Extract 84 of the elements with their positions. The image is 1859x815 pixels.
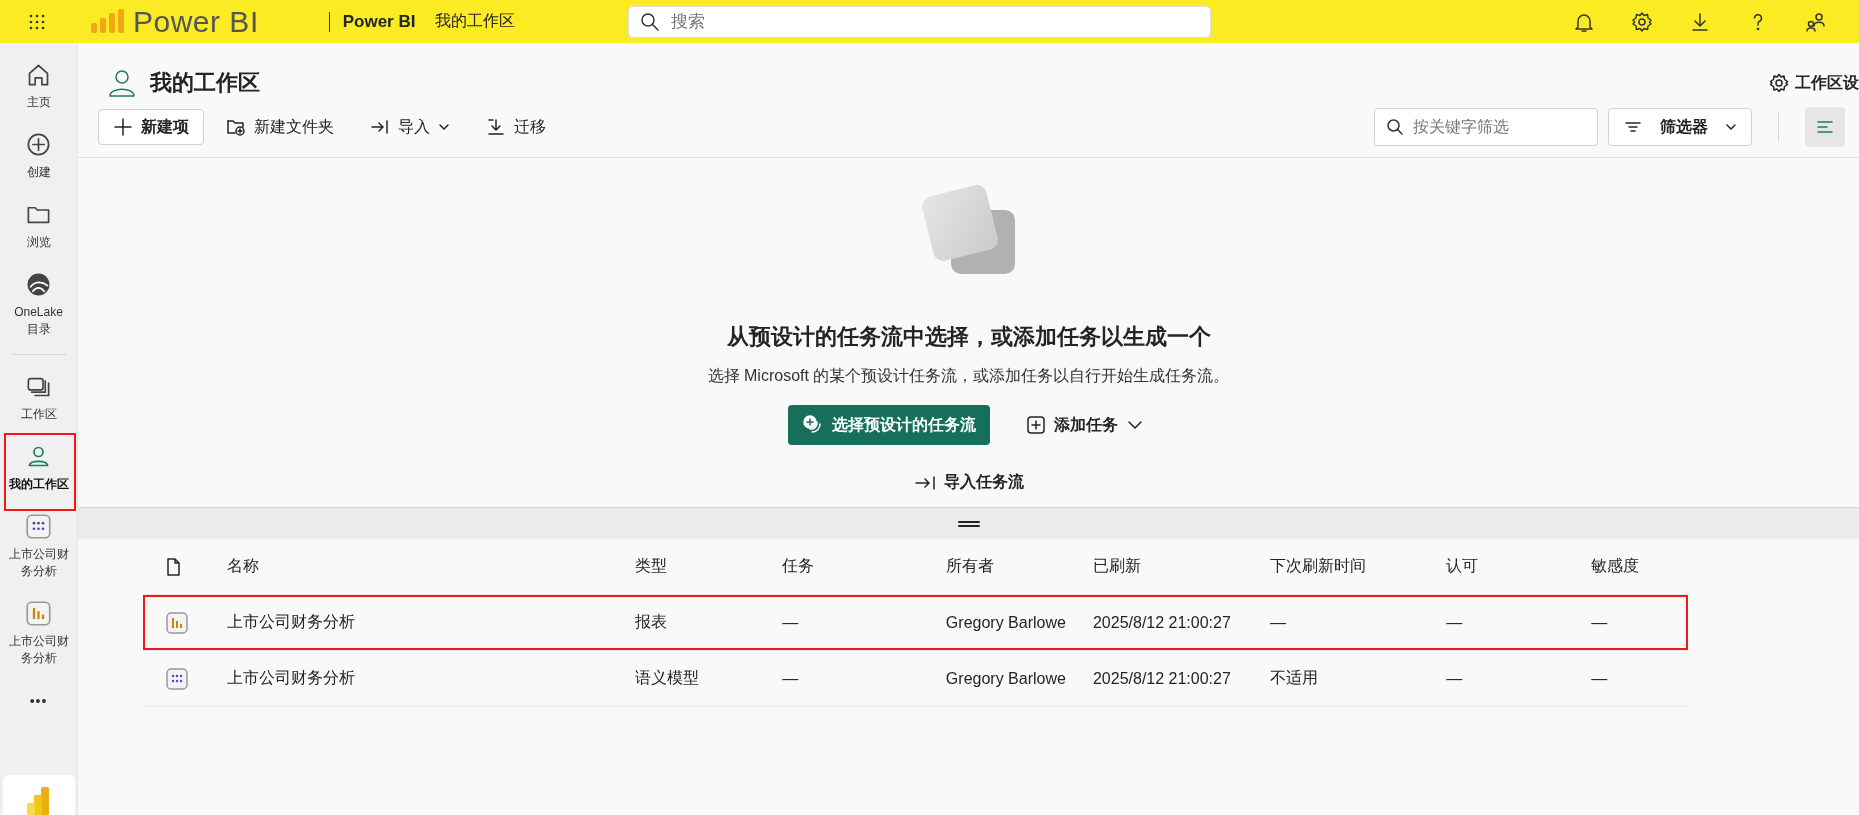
list-view-toggle[interactable]	[1805, 107, 1845, 147]
report-icon	[165, 610, 189, 635]
column-header[interactable]: 所有者	[945, 556, 1093, 577]
column-header[interactable]: 名称	[226, 556, 636, 577]
document-icon	[165, 557, 181, 576]
choose-taskflow-button[interactable]: 选择预设计的任务流	[787, 405, 990, 445]
new-folder-icon	[226, 117, 246, 137]
sidebar-item[interactable]: 工作区	[1, 365, 76, 435]
migrate-icon	[486, 117, 506, 137]
add-task-button[interactable]: 添加任务	[1019, 413, 1150, 437]
page-title: 我的工作区	[150, 69, 260, 97]
table-cell-text: —	[1446, 669, 1464, 688]
column-header[interactable]: 认可	[1446, 556, 1592, 577]
report-icon	[25, 600, 52, 627]
table-row[interactable]: 上市公司财务分析 语义模型 — Gregory Barlowe 2025/8/12 21:00:27 不适用 — —	[143, 651, 1688, 707]
toolbar-button[interactable]: 新建文件夹	[212, 109, 348, 145]
new-item-button[interactable]: 新建项	[98, 109, 204, 145]
table-cell-text: Gregory Barlowe	[945, 669, 1067, 688]
import-taskflow-button[interactable]: 导入任务流	[907, 471, 1030, 494]
chevron-down-icon	[438, 121, 450, 133]
download-icon[interactable]	[1689, 10, 1711, 33]
sidebar-item[interactable]: OneLake 目录	[1, 263, 76, 350]
bar-chart-icon	[26, 787, 51, 815]
app-tile[interactable]	[2, 775, 75, 815]
table-cell-text: —	[1446, 613, 1464, 632]
sidebar-item[interactable]: 上市公司财务分析	[1, 592, 76, 679]
sidebar-item[interactable]: 主页	[1, 53, 76, 123]
chevron-down-icon	[1725, 121, 1737, 133]
sidebar-item[interactable]: 上市公司财务分析	[1, 505, 76, 592]
sidebar-label: 我的工作区	[7, 476, 70, 493]
table-cell-text: Gregory Barlowe	[945, 613, 1067, 632]
drag-handle-icon[interactable]	[957, 519, 980, 528]
table-cell-text: 报表	[635, 612, 669, 632]
sidebar-item[interactable]: 创建	[1, 123, 76, 193]
column-header[interactable]: 任务	[782, 556, 946, 577]
table-cell-text: —	[782, 669, 800, 688]
sidebar-label: 主页	[25, 94, 52, 111]
table-cell-text: 语义模型	[635, 668, 701, 688]
sidebar-label: OneLake 目录	[13, 304, 64, 338]
product-name[interactable]: Power BI	[328, 11, 424, 32]
column-header[interactable]: 下次刷新时间	[1270, 556, 1447, 577]
item-name-link[interactable]: 上市公司财务分析	[226, 668, 636, 689]
person-icon	[106, 67, 138, 99]
table-cell-text: 2025/8/12 21:00:27	[1092, 613, 1232, 632]
table-cell-text: —	[1270, 613, 1287, 632]
table-cell-text: 2025/8/12 21:00:27	[1092, 669, 1232, 688]
sidebar-item[interactable]: •••	[1, 679, 76, 723]
table-cell-text: —	[1591, 613, 1609, 632]
sidebar-item[interactable]: 我的工作区	[1, 435, 76, 505]
column-header[interactable]: 类型	[635, 556, 783, 577]
onelake-icon	[25, 271, 52, 298]
sidebar-label: 上市公司财务分析	[7, 546, 70, 580]
import-icon	[370, 117, 390, 137]
column-header[interactable]: 敏感度	[1591, 556, 1689, 577]
add-icon	[1025, 415, 1046, 435]
workspace-settings-button[interactable]: 工作区设	[1769, 72, 1859, 94]
workspace-breadcrumb[interactable]: 我的工作区	[435, 11, 516, 32]
people-icon[interactable]	[1805, 10, 1827, 33]
sidebar-label: 工作区	[19, 406, 58, 423]
settings-icon	[1769, 73, 1789, 93]
toolbar-button[interactable]: 导入	[356, 109, 464, 145]
toolbar-button[interactable]: 迁移	[472, 109, 560, 145]
taskflow-icon	[801, 414, 824, 436]
sidebar-label: 创建	[25, 164, 52, 181]
table-row[interactable]: 上市公司财务分析 报表 — Gregory Barlowe 2025/8/12 21:00:27 — — —	[143, 595, 1688, 651]
sidebar-label: 上市公司财务分析	[7, 633, 70, 667]
add-icon	[25, 131, 52, 158]
empty-state-description: 选择 Microsoft 的某个预设计任务流，或添加任务以自行开始生成任务流。	[707, 366, 1230, 386]
column-header[interactable]: 已刷新	[1092, 556, 1270, 577]
empty-state-title: 从预设计的任务流中选择，或添加任务以生成一个	[726, 323, 1211, 351]
item-name-link[interactable]: 上市公司财务分析	[226, 612, 636, 633]
model-icon	[25, 513, 52, 540]
search-field[interactable]: 搜索	[627, 5, 1211, 38]
add-icon	[113, 117, 133, 137]
table-cell-text: —	[782, 613, 800, 632]
model-icon	[165, 666, 189, 691]
sidebar-label: 浏览	[25, 234, 52, 251]
logo-text: Power BI	[133, 4, 259, 39]
filter-button[interactable]: 筛选器	[1608, 108, 1752, 146]
filter-field[interactable]: 按关键字筛选	[1374, 108, 1598, 146]
settings-icon[interactable]	[1631, 10, 1653, 33]
table-cell-text: 不适用	[1270, 668, 1319, 688]
table-cell-text: —	[1591, 669, 1609, 688]
sidebar-item[interactable]: 浏览	[1, 193, 76, 263]
